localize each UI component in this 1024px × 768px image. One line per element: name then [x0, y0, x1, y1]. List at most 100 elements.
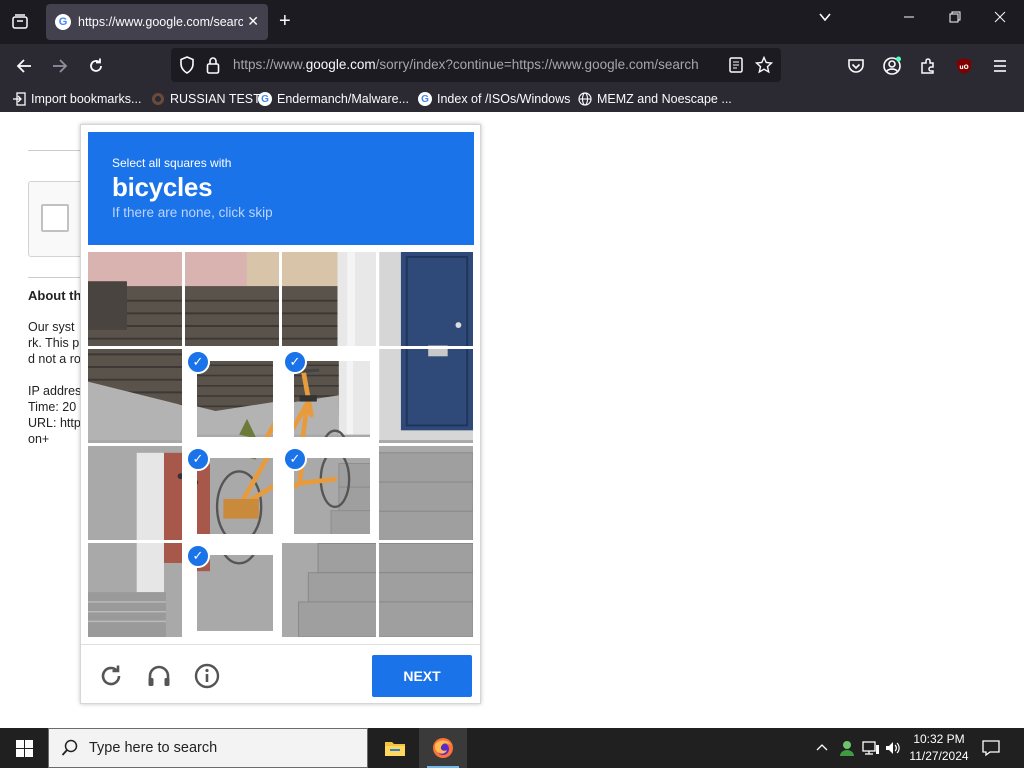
- clock-time: 10:32 PM: [913, 732, 965, 746]
- instruction-target: bicycles: [112, 172, 213, 202]
- forward-icon[interactable]: [47, 53, 73, 79]
- captcha-tile-image: [379, 252, 473, 346]
- captcha-tile[interactable]: [282, 543, 376, 637]
- captcha-tile[interactable]: [379, 252, 473, 346]
- captcha-tile[interactable]: [379, 349, 473, 443]
- back-icon[interactable]: [11, 53, 37, 79]
- page-text-line: Our syst: [28, 320, 75, 334]
- taskbar-search-box[interactable]: Type here to search: [48, 728, 368, 768]
- notifications-icon[interactable]: [982, 728, 1000, 768]
- ublock-origin-icon[interactable]: uO: [951, 53, 977, 79]
- captcha-tile-image: [88, 543, 182, 637]
- browser-tab[interactable]: G https://www.google.com/searc ✕: [46, 4, 268, 40]
- pocket-icon[interactable]: [843, 53, 869, 79]
- network-icon[interactable]: [862, 728, 880, 768]
- reload-challenge-icon[interactable]: [96, 661, 126, 691]
- captcha-tile-image: [379, 543, 473, 637]
- captcha-tile[interactable]: [379, 543, 473, 637]
- bookmark-memz[interactable]: MEMZ and Noescape ...: [578, 91, 732, 107]
- reload-icon[interactable]: [83, 53, 109, 79]
- recaptcha-checkbox[interactable]: [41, 204, 69, 232]
- captcha-tile-image: [197, 361, 273, 437]
- captcha-tile[interactable]: [88, 543, 182, 637]
- captcha-tile-image: [282, 543, 376, 637]
- clock-date: 11/27/2024: [909, 749, 969, 763]
- reader-view-icon[interactable]: [729, 57, 743, 78]
- url-bar[interactable]: https://www.google.com/sorry/index?conti…: [171, 48, 781, 82]
- import-icon: [12, 92, 26, 106]
- captcha-tile-image: [379, 349, 473, 443]
- volume-icon[interactable]: [885, 728, 901, 768]
- checkmark-icon: ✓: [186, 447, 210, 471]
- firefox-icon[interactable]: [419, 728, 467, 768]
- google-icon: G: [418, 92, 432, 106]
- bookmark-endermanch[interactable]: G Endermanch/Malware...: [258, 91, 409, 107]
- captcha-tile-image: [282, 252, 376, 346]
- page-text-line: Time: 20: [28, 400, 77, 414]
- info-icon[interactable]: [192, 661, 222, 691]
- captcha-challenge-dialog: Select all squares with bicycles If ther…: [80, 124, 481, 704]
- show-hidden-icons[interactable]: [816, 728, 828, 768]
- close-tab-icon[interactable]: ✕: [247, 13, 259, 30]
- google-icon: G: [258, 92, 272, 106]
- captcha-tile[interactable]: [282, 252, 376, 346]
- minimize-icon[interactable]: [903, 10, 915, 27]
- captcha-tile[interactable]: [185, 252, 279, 346]
- captcha-tile[interactable]: ✓: [185, 543, 279, 637]
- lock-icon[interactable]: [206, 56, 220, 79]
- tab-title: https://www.google.com/searc: [78, 15, 243, 29]
- captcha-tile-image: [197, 458, 273, 534]
- tab-dropdown-icon[interactable]: [818, 10, 832, 28]
- url-text[interactable]: https://www.google.com/sorry/index?conti…: [233, 57, 718, 72]
- recaptcha-box: [28, 181, 88, 257]
- tab-list-icon[interactable]: [6, 8, 34, 36]
- captcha-image-grid: ✓ ✓ ✓ ✓ ✓: [88, 252, 474, 638]
- bookmark-russian-test[interactable]: RUSSIAN TEST: [151, 91, 261, 107]
- bookmark-star-icon[interactable]: [754, 55, 774, 79]
- captcha-tile-image: [88, 252, 182, 346]
- bookmark-import[interactable]: Import bookmarks...: [12, 91, 141, 107]
- captcha-tile[interactable]: ✓: [282, 349, 376, 443]
- captcha-tile[interactable]: ✓: [185, 349, 279, 443]
- captcha-tile-image: [294, 458, 370, 534]
- checkmark-icon: ✓: [186, 350, 210, 374]
- captcha-tile[interactable]: ✓: [185, 446, 279, 540]
- bookmarks-toolbar: Import bookmarks... RUSSIAN TEST G Ender…: [0, 86, 1024, 112]
- captcha-tile-image: [379, 446, 473, 540]
- about-heading: About th: [28, 288, 82, 303]
- captcha-tile-image: [185, 252, 279, 346]
- user-tray-icon[interactable]: [838, 728, 856, 768]
- bookmark-isos-windows[interactable]: G Index of /ISOs/Windows: [418, 91, 570, 107]
- page-text-line: URL: http: [28, 416, 81, 430]
- restore-icon[interactable]: [949, 10, 961, 27]
- search-icon: [61, 739, 79, 757]
- audio-challenge-icon[interactable]: [144, 661, 174, 691]
- extensions-icon[interactable]: [915, 53, 941, 79]
- windows-start-icon[interactable]: [0, 728, 48, 768]
- close-window-icon[interactable]: [994, 10, 1006, 27]
- google-icon: G: [55, 14, 71, 30]
- next-button[interactable]: NEXT: [372, 655, 472, 697]
- file-explorer-icon[interactable]: [371, 728, 419, 768]
- page-text-line: IP addres: [28, 384, 82, 398]
- captcha-tile-image: [294, 361, 370, 437]
- menu-icon[interactable]: [987, 53, 1013, 79]
- new-tab-button[interactable]: +: [279, 10, 291, 32]
- captcha-tile-image: [88, 349, 182, 443]
- captcha-tile[interactable]: [88, 252, 182, 346]
- captcha-tile-image: [197, 555, 273, 631]
- captcha-tile[interactable]: [88, 349, 182, 443]
- captcha-tile[interactable]: [88, 446, 182, 540]
- captcha-tile-image: [88, 446, 182, 540]
- system-clock[interactable]: 10:32 PM 11/27/2024: [900, 731, 978, 765]
- account-icon[interactable]: [879, 53, 905, 79]
- tracking-protection-icon[interactable]: [179, 56, 195, 79]
- page-text-line: on+: [28, 432, 50, 446]
- instruction-line: Select all squares with: [112, 156, 232, 170]
- captcha-tile[interactable]: [379, 446, 473, 540]
- instruction-hint: If there are none, click skip: [112, 205, 273, 220]
- tab-bar: G https://www.google.com/searc ✕ +: [0, 0, 1024, 44]
- checkmark-icon: ✓: [186, 544, 210, 568]
- taskbar: Type here to search 10:32 PM 11/27/2024: [0, 728, 1024, 768]
- captcha-tile[interactable]: ✓: [282, 446, 376, 540]
